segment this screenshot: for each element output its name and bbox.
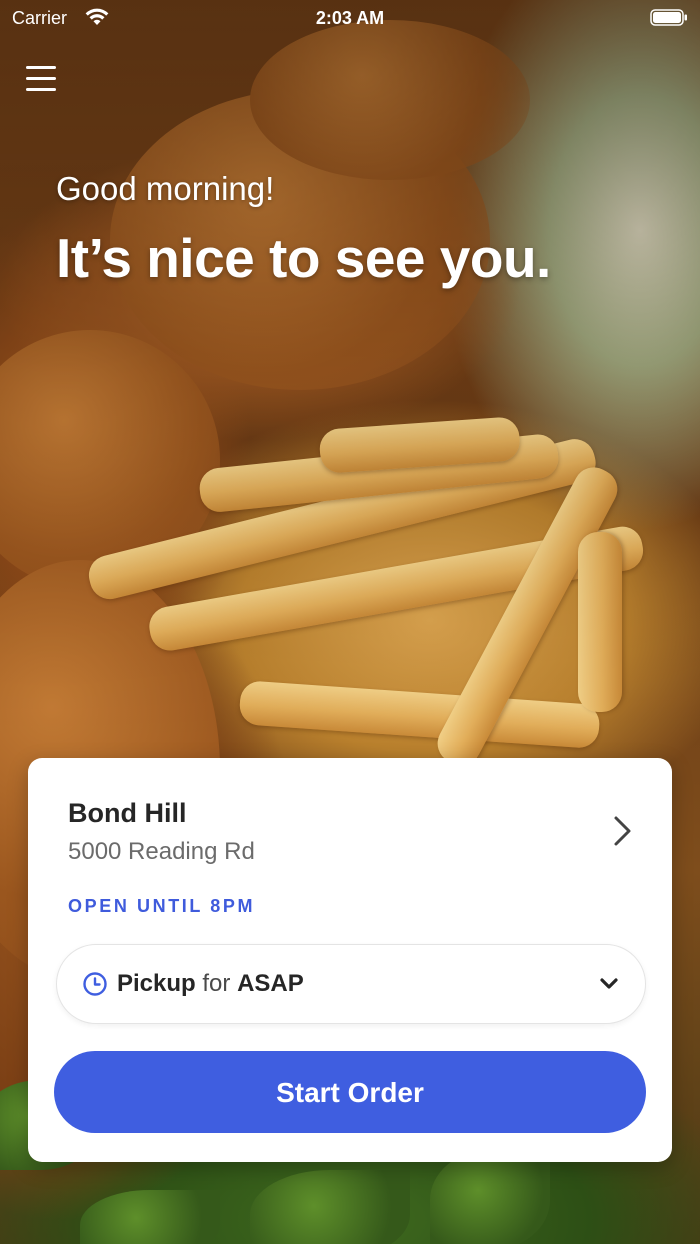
status-bar: Carrier 2:03 AM — [0, 0, 700, 36]
location-name: Bond Hill — [68, 798, 187, 828]
greeting-text: Good morning! — [56, 170, 275, 207]
chevron-down-icon — [600, 978, 618, 989]
clock-icon — [83, 972, 107, 996]
order-mode-label: Pickup — [117, 970, 196, 997]
pickup-summary: Pickup for ASAP — [117, 970, 304, 998]
location-address: 5000 Reading Rd — [68, 838, 255, 865]
chevron-right-icon — [614, 816, 631, 846]
start-order-button[interactable]: Start Order — [54, 1051, 646, 1133]
hamburger-menu-icon[interactable] — [26, 66, 56, 92]
welcome-headline: It’s nice to see you. — [56, 227, 551, 289]
order-mode-connector: for — [202, 970, 231, 997]
open-hours-status: OPEN UNTIL 8PM — [68, 896, 256, 916]
order-time-label: ASAP — [237, 970, 304, 997]
pickup-time-dropdown[interactable]: Pickup for ASAP — [56, 944, 646, 1024]
location-selector[interactable]: Bond Hill 5000 Reading Rd — [28, 758, 672, 878]
battery-icon — [650, 9, 687, 26]
status-time: 2:03 AM — [315, 8, 385, 28]
order-card: Bond Hill 5000 Reading Rd OPEN UNTIL 8PM… — [28, 758, 672, 1162]
